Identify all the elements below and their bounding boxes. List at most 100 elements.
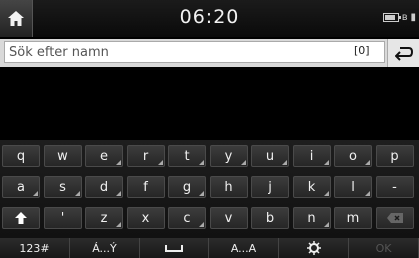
result-count: [0] — [354, 44, 370, 57]
key-f[interactable]: f — [126, 176, 165, 198]
space-key[interactable] — [140, 238, 209, 258]
key-m[interactable]: m — [334, 207, 372, 229]
keyboard-search-screen: { "status": { "time": "06:20" }, "search… — [0, 0, 419, 258]
alt-chars-indicator — [116, 160, 121, 165]
settings-icon — [306, 241, 321, 255]
status-bar: 06:20 ʙ ▮ — [0, 0, 419, 37]
key-b[interactable]: b — [251, 207, 289, 229]
alt-chars-indicator — [199, 160, 204, 165]
key-label: A...A — [230, 241, 257, 255]
alt-chars-indicator — [365, 191, 370, 196]
alt-chars-indicator — [116, 191, 121, 196]
key-label: e — [100, 148, 108, 164]
key-label: z — [100, 210, 108, 226]
key-label: u — [265, 148, 275, 164]
results-area — [0, 67, 419, 140]
clock: 06:20 — [179, 6, 240, 28]
alt-chars-indicator — [199, 191, 204, 196]
key-label: ' — [60, 210, 65, 226]
key-r[interactable]: r — [126, 145, 165, 167]
key-q[interactable]: q — [2, 145, 40, 167]
key-u[interactable]: u — [251, 145, 289, 167]
key-label: c — [183, 210, 191, 226]
accented-upper-key[interactable]: Á...Ý — [70, 238, 140, 258]
alt-chars-indicator — [199, 222, 204, 227]
alt-chars-indicator — [323, 160, 329, 165]
key-label: - — [392, 179, 397, 195]
key-h[interactable]: h — [209, 176, 248, 198]
key-s[interactable]: s — [43, 176, 82, 198]
key-label: OK — [375, 241, 392, 255]
back-button[interactable] — [387, 39, 419, 67]
key-k[interactable]: k — [292, 176, 331, 198]
key-label: b — [265, 210, 275, 226]
back-arrow-icon — [395, 47, 413, 61]
alt-chars-indicator — [323, 191, 329, 196]
alt-chars-indicator — [74, 191, 80, 196]
key-label: a — [17, 179, 25, 195]
key-v[interactable]: v — [209, 207, 248, 229]
bluetooth-icon: ʙ — [401, 12, 408, 23]
key-label: i — [309, 148, 314, 164]
key-label: k — [307, 179, 316, 195]
key-o[interactable]: o — [334, 145, 372, 167]
key-c[interactable]: c — [168, 207, 206, 229]
numbers-key[interactable]: 123# — [0, 238, 70, 258]
search-input[interactable] — [4, 41, 385, 63]
key-n[interactable]: n — [292, 207, 331, 229]
key-label: d — [99, 179, 109, 195]
key-label: t — [184, 148, 190, 164]
key-label: l — [351, 179, 355, 195]
key-x[interactable]: x — [126, 207, 165, 229]
shift-icon — [15, 212, 27, 224]
key-w[interactable]: w — [43, 145, 82, 167]
key-label: w — [57, 148, 68, 164]
key-label: f — [143, 179, 148, 195]
backspace-icon — [386, 213, 403, 223]
key-label: m — [346, 210, 360, 226]
alt-chars-indicator — [157, 160, 163, 165]
key-label: h — [224, 179, 233, 195]
key-e[interactable]: e — [85, 145, 123, 167]
key-z[interactable]: z — [85, 207, 123, 229]
key-t[interactable]: t — [168, 145, 206, 167]
key-label: r — [142, 148, 149, 164]
key-label: p — [390, 148, 399, 164]
key-j[interactable]: j — [251, 176, 289, 198]
ok-key: OK — [349, 238, 419, 258]
key-a[interactable]: a — [2, 176, 40, 198]
signal-icon: ▮ — [410, 12, 416, 23]
space-icon — [165, 244, 183, 252]
key-hyphen[interactable]: - — [375, 176, 414, 198]
key-label: s — [59, 179, 66, 195]
alt-chars-indicator — [323, 222, 329, 227]
key-d[interactable]: d — [85, 176, 123, 198]
key-label: j — [268, 179, 272, 195]
key-label: y — [224, 148, 233, 164]
shift-key[interactable] — [2, 207, 40, 229]
key-label: g — [182, 179, 192, 195]
backspace-key[interactable] — [375, 207, 414, 229]
alt-chars-indicator — [240, 160, 246, 165]
key-label: v — [224, 210, 233, 226]
alt-chars-indicator — [365, 160, 370, 165]
key-label: q — [16, 148, 26, 164]
key-i[interactable]: i — [292, 145, 331, 167]
key-label: n — [307, 210, 316, 226]
key-label: x — [141, 210, 150, 226]
key-label: 123# — [19, 241, 50, 255]
alt-chars-indicator — [116, 222, 121, 227]
key-l[interactable]: l — [334, 176, 372, 198]
battery-icon — [382, 13, 401, 22]
alt-chars-indicator — [33, 191, 38, 196]
status-icons: ʙ ▮ — [382, 12, 416, 23]
key-y[interactable]: y — [209, 145, 248, 167]
key-p[interactable]: p — [375, 145, 414, 167]
accented-key[interactable]: A...A — [209, 238, 279, 258]
key-apostrophe[interactable]: ' — [43, 207, 82, 229]
settings-key[interactable] — [279, 238, 349, 258]
alt-chars-indicator — [282, 160, 287, 165]
key-label: Á...Ý — [92, 241, 117, 255]
key-label: o — [349, 148, 357, 164]
key-g[interactable]: g — [168, 176, 206, 198]
